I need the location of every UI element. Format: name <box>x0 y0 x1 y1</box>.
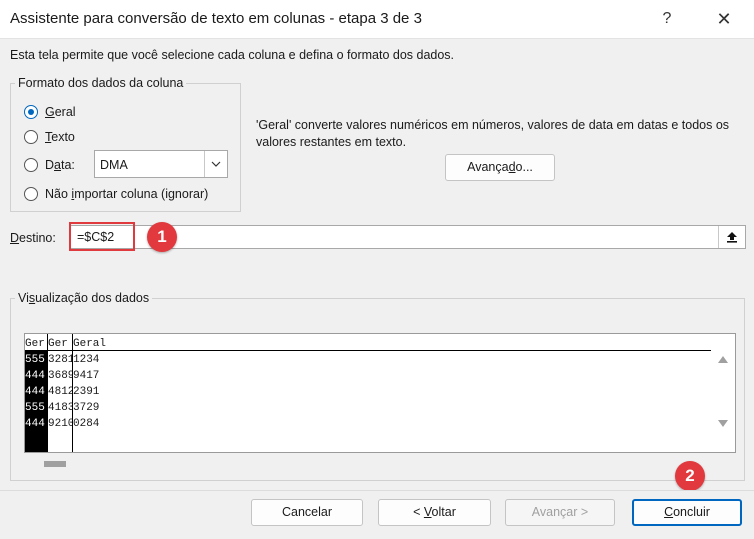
preview-cell: 9210 <box>48 418 72 430</box>
preview-cell: 4812 <box>48 386 72 398</box>
advanced-button[interactable]: Avançado... <box>445 154 555 181</box>
intro-text: Esta tela permite que você selecione cad… <box>10 48 455 62</box>
radio-text-label[interactable]: Texto <box>45 130 75 144</box>
radio-general-label[interactable]: Geral <box>45 105 76 119</box>
radio-text[interactable]: Texto <box>24 127 75 147</box>
preview-cell: 2391 <box>73 386 100 398</box>
data-preview-legend: Visualização dos dados <box>18 291 150 305</box>
preview-header-cell: Ger <box>48 338 68 350</box>
preview-header-cell: Ger <box>25 338 45 350</box>
column-format-legend: Formato dos dados da coluna <box>18 76 184 90</box>
radio-skip-column[interactable]: Não importar coluna (ignorar) <box>24 184 208 204</box>
preview-vertical-scrollbar[interactable] <box>711 334 735 452</box>
radio-date[interactable]: Data: <box>24 155 75 175</box>
radio-date-label[interactable]: Data: <box>45 158 75 172</box>
step-badge-1: 1 <box>147 222 177 252</box>
cancel-button[interactable]: Cancelar <box>251 499 363 526</box>
preview-cell: 444 <box>25 418 45 430</box>
date-format-value: DMA <box>100 158 128 172</box>
preview-header-cell: Geral <box>73 338 107 350</box>
radio-date-indicator[interactable] <box>24 158 38 172</box>
close-icon[interactable]: ✕ <box>704 6 744 32</box>
collapse-dialog-icon[interactable] <box>718 226 745 248</box>
finish-button[interactable]: Concluir <box>632 499 742 526</box>
preview-cell: 0284 <box>73 418 100 430</box>
chevron-down-icon[interactable] <box>204 151 227 177</box>
preview-cell: 444 <box>25 370 45 382</box>
preview-header-row <box>25 336 711 351</box>
preview-cell: 3281 <box>48 354 72 366</box>
radio-text-indicator[interactable] <box>24 130 38 144</box>
step-badge-2: 2 <box>675 461 705 491</box>
date-format-select[interactable]: DMA <box>94 150 228 178</box>
preview-cell: 3689 <box>48 370 72 382</box>
next-button[interactable]: Avançar > <box>505 499 615 526</box>
preview-cell: 4183 <box>48 402 72 414</box>
preview-cell: 1234 <box>73 354 100 366</box>
preview-cell: 555 <box>25 402 45 414</box>
scroll-up-icon[interactable] <box>718 356 728 363</box>
preview-cell: 9417 <box>73 370 100 382</box>
radio-general-indicator[interactable] <box>24 105 38 119</box>
preview-cell: 555 <box>25 354 45 366</box>
data-preview-table[interactable]: Ger Ger Geral 555 3281 1234 444 3689 941… <box>24 333 736 453</box>
back-button[interactable]: < Voltar <box>378 499 491 526</box>
preview-cell: 3729 <box>73 402 100 414</box>
radio-general[interactable]: Geral <box>24 102 76 122</box>
window-title: Assistente para conversão de texto em co… <box>10 10 422 27</box>
radio-skip-label[interactable]: Não importar coluna (ignorar) <box>45 187 208 201</box>
format-description: 'Geral' converte valores numéricos em nú… <box>256 118 730 149</box>
destination-label: Destino: <box>10 231 56 245</box>
radio-skip-indicator[interactable] <box>24 187 38 201</box>
preview-cell: 444 <box>25 386 45 398</box>
scroll-down-icon[interactable] <box>718 420 728 427</box>
destination-highlight <box>69 222 135 251</box>
preview-horizontal-scroll-thumb[interactable] <box>44 461 66 467</box>
help-icon[interactable]: ? <box>648 6 686 32</box>
title-bar: Assistente para conversão de texto em co… <box>0 0 754 39</box>
